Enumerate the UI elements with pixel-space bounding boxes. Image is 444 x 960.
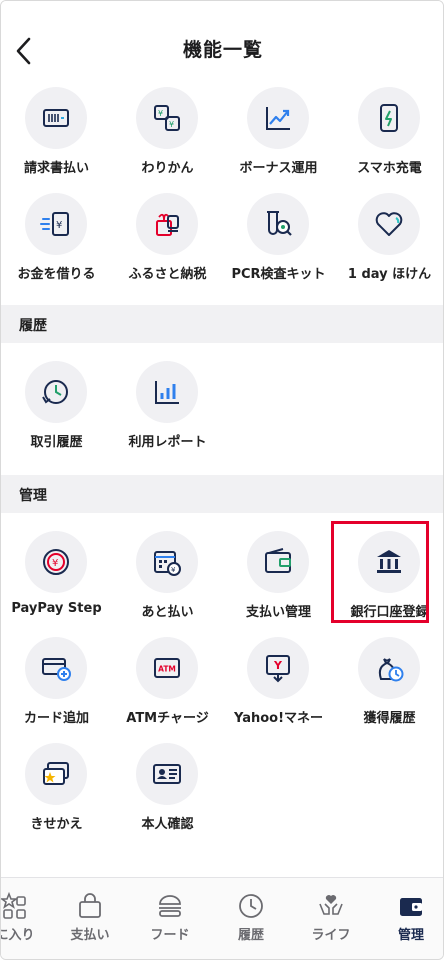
chart-trend-icon (266, 107, 290, 130)
clock-history-icon (42, 380, 68, 404)
yahoo-money-icon: Y (266, 655, 290, 683)
feature-phone-charge[interactable]: スマホ充電 (334, 87, 443, 187)
clock-icon (239, 894, 263, 918)
feature-add-card[interactable]: カード追加 (1, 637, 112, 737)
feature-label: ふるさと納税 (128, 267, 207, 282)
section-header-history: 履歴 (1, 305, 443, 343)
feature-label: PayPay Step (11, 601, 102, 616)
feature-hometown-tax[interactable]: ふるさと納税 (112, 193, 223, 293)
feature-label: Yahoo!マネー (233, 711, 324, 726)
feature-label: わりかん (141, 161, 194, 176)
feature-split-bill[interactable]: ¥ ¥ わりかん (112, 87, 223, 187)
feature-usage-report[interactable]: 利用レポート (112, 361, 223, 461)
feature-transaction-history[interactable]: 取引履歴 (1, 361, 112, 461)
hands-heart-icon (319, 895, 343, 915)
add-card-icon (42, 658, 71, 681)
svg-text:¥: ¥ (52, 558, 58, 569)
section-title: 管理 (19, 488, 47, 504)
split-bill-icon: ¥¥ (154, 105, 180, 131)
feature-label: 獲得履歴 (363, 711, 416, 726)
test-tube-search-icon (267, 211, 292, 236)
feature-label: カード追加 (23, 711, 89, 726)
feature-borrow-money[interactable]: ¥ お金を借りる (1, 193, 112, 293)
wallet-icon (265, 548, 291, 573)
tab-favorites[interactable]: に入り (1, 878, 55, 959)
tab-label: 履歴 (237, 928, 264, 943)
svg-text:¥: ¥ (158, 109, 163, 118)
bottom-tab-bar: に入り 支払い フード 履歴 ライフ 管理 (1, 877, 443, 959)
feature-payment-management[interactable]: 支払い管理 (223, 531, 334, 631)
bar-chart-icon (155, 381, 179, 404)
feature-yahoo-money[interactable]: Y Yahoo!マネー (223, 637, 334, 737)
theme-cards-icon (43, 762, 69, 785)
atm-icon: ATM (154, 658, 180, 678)
feature-label: スマホ充電 (357, 161, 422, 176)
svg-text:¥: ¥ (56, 220, 62, 231)
tab-manage[interactable]: 管理 (371, 878, 443, 959)
borrow-money-icon: ¥ (40, 212, 69, 236)
wallet-icon (400, 898, 422, 916)
header: 機能一覧 (1, 1, 443, 85)
burger-icon (159, 895, 181, 917)
favorites-icon (1, 892, 26, 919)
tab-life[interactable]: ライフ (291, 878, 371, 959)
feature-label: ATMチャージ (126, 711, 209, 726)
app-screen: 機能一覧 請求書払い ¥ ¥ わりかん ボーナス運用 スマホ充電 ¥ お金を借りる… (0, 0, 444, 960)
feature-theme[interactable]: きせかえ (1, 743, 112, 843)
invoice-barcode-icon (43, 109, 69, 127)
atm-icon-text: ATM (158, 665, 176, 674)
calendar-yen-icon: ¥ (154, 551, 181, 576)
feature-label: きせかえ (30, 817, 83, 832)
feature-label: PCR検査キット (231, 267, 326, 282)
shopping-bag-icon (79, 893, 101, 918)
feature-label: 1 day ほけん (347, 267, 432, 282)
tab-payment[interactable]: 支払い (50, 878, 130, 959)
id-card-icon (153, 764, 181, 784)
feature-label: 取引履歴 (30, 435, 83, 450)
page-title: 機能一覧 (182, 39, 263, 61)
svg-text:Y: Y (273, 659, 283, 672)
feature-label: 利用レポート (128, 435, 207, 450)
feature-label: お金を借りる (17, 267, 96, 282)
tab-label: ライフ (311, 928, 351, 943)
feature-pcr-test-kit[interactable]: PCR検査キット (223, 193, 334, 293)
section-header-manage: 管理 (1, 475, 443, 513)
feature-label: 支払い管理 (245, 605, 311, 620)
feature-paypay-step[interactable]: ¥ PayPay Step (1, 531, 112, 631)
tab-label: 管理 (397, 928, 424, 943)
feature-label: 本人確認 (141, 817, 194, 832)
feature-pay-later[interactable]: ¥ あと払い (112, 531, 223, 631)
money-bag-clock-icon (378, 658, 404, 682)
feature-bonus-investment[interactable]: ボーナス運用 (223, 87, 334, 187)
feature-earned-history[interactable]: 獲得履歴 (334, 637, 443, 737)
feature-label: あと払い (141, 605, 194, 620)
highlight-box (331, 521, 429, 623)
feature-label: ボーナス運用 (239, 161, 318, 176)
tab-history[interactable]: 履歴 (211, 878, 291, 959)
gift-hometown-icon (156, 213, 179, 236)
section-title: 履歴 (19, 318, 47, 334)
svg-text:¥: ¥ (169, 120, 174, 129)
feature-atm-charge[interactable]: ATM ATMチャージ (112, 637, 223, 737)
feature-label: 請求書払い (23, 161, 89, 176)
feature-one-day-insurance[interactable]: 1 day ほけん (334, 193, 443, 293)
paypay-step-coin-icon: ¥ (43, 549, 69, 575)
tab-label: フード (150, 928, 190, 943)
heart-icon (375, 212, 403, 236)
tab-label: に入り (1, 928, 35, 943)
tab-label: 支払い (70, 928, 110, 943)
feature-invoice-payment[interactable]: 請求書払い (1, 87, 112, 187)
svg-text:¥: ¥ (171, 566, 176, 574)
tab-food[interactable]: フード (130, 878, 210, 959)
phone-charge-icon (380, 104, 398, 132)
feature-identity-verification[interactable]: 本人確認 (112, 743, 223, 843)
